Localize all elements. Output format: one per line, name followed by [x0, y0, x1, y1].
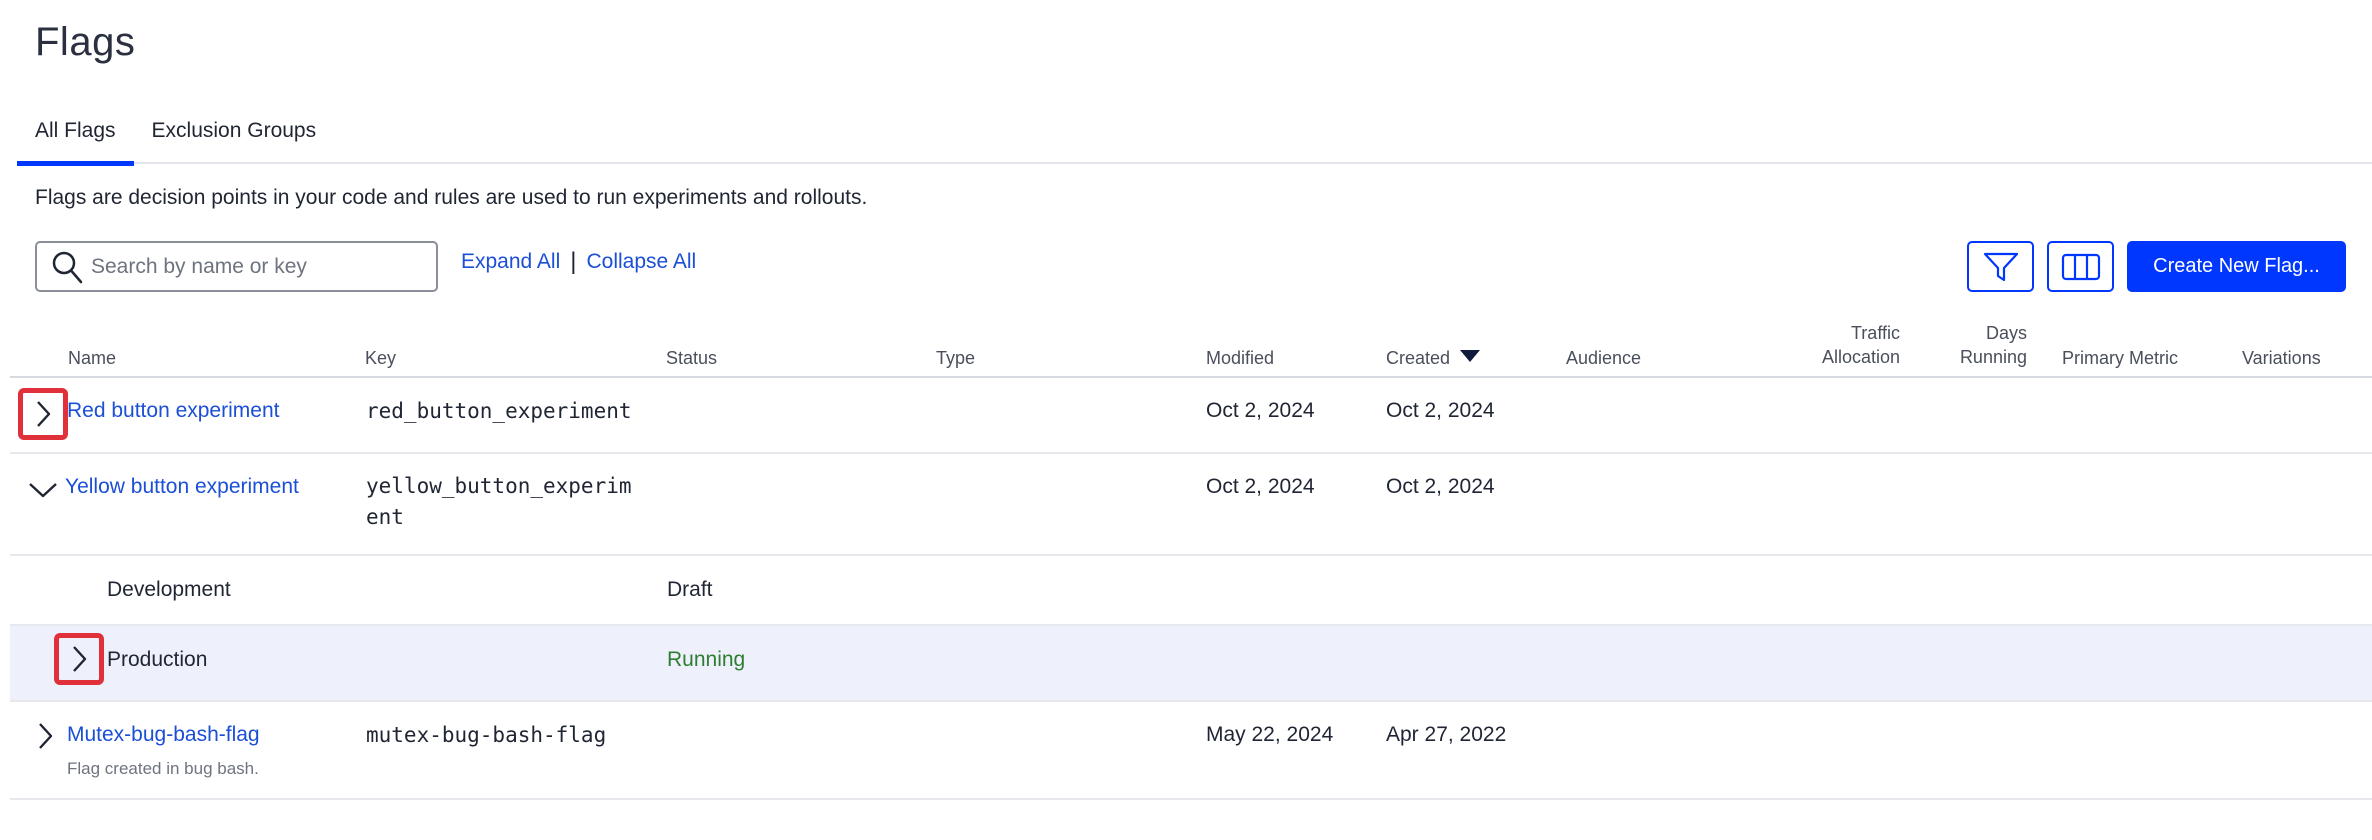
page-title: Flags — [35, 20, 136, 64]
flag-created: Apr 27, 2022 — [1386, 723, 1507, 746]
search-input[interactable] — [91, 254, 421, 279]
flag-name-link[interactable]: Yellow button experiment — [65, 471, 299, 502]
link-separator: | — [570, 248, 577, 275]
expand-row-button[interactable] — [18, 388, 68, 440]
column-header-audience[interactable]: Audience — [1566, 346, 1641, 370]
sort-descending-icon — [1460, 350, 1481, 362]
chevron-right-icon — [37, 401, 51, 427]
expand-row-button[interactable] — [28, 719, 62, 753]
column-header-status[interactable]: Status — [666, 346, 717, 370]
column-header-days-running[interactable]: Days Running — [1910, 321, 2027, 369]
flag-key: red_button_experiment — [366, 399, 632, 423]
environment-name: Development — [107, 578, 231, 601]
page-description: Flags are decision points in your code a… — [35, 186, 868, 209]
table-row-yellow-button-experiment[interactable]: Yellow button experiment yellow_button_e… — [10, 454, 2372, 556]
column-header-primary-metric[interactable]: Primary Metric — [2062, 346, 2178, 370]
traffic-label-line2: Allocation — [1821, 347, 1900, 367]
collapse-row-button[interactable] — [26, 472, 60, 506]
chevron-right-icon — [73, 646, 87, 672]
table-row-red-button-experiment[interactable]: Red button experiment red_button_experim… — [10, 378, 2372, 454]
days-label-line2: Running — [1959, 347, 2027, 367]
collapse-all-link[interactable]: Collapse All — [586, 250, 696, 274]
flag-created: Oct 2, 2024 — [1386, 475, 1495, 498]
traffic-label-line1: Traffic — [1850, 323, 1900, 343]
flag-key: yellow_button_experim ent — [366, 471, 632, 533]
environment-status: Running — [667, 648, 746, 671]
expand-all-link[interactable]: Expand All — [461, 250, 560, 274]
columns-icon — [2061, 253, 2100, 280]
column-header-traffic-allocation[interactable]: Traffic Allocation — [1780, 321, 1900, 369]
environment-row-development[interactable]: Development Draft — [10, 556, 2372, 626]
environment-row-production[interactable]: Production Running — [10, 626, 2372, 702]
column-header-type[interactable]: Type — [936, 346, 975, 370]
column-header-variations[interactable]: Variations — [2242, 346, 2321, 370]
column-header-modified[interactable]: Modified — [1206, 346, 1274, 370]
flag-description: Flag created in bug bash. — [67, 759, 259, 778]
chevron-right-icon — [39, 723, 53, 749]
tab-all-flags[interactable]: All Flags — [17, 108, 134, 166]
flag-name-link[interactable]: Mutex-bug-bash-flag — [67, 719, 260, 750]
flag-modified: Oct 2, 2024 — [1206, 399, 1315, 422]
flag-key: mutex-bug-bash-flag — [366, 723, 607, 747]
search-icon — [52, 251, 83, 283]
environment-status: Draft — [667, 578, 713, 601]
tab-bar: All Flags Exclusion Groups — [17, 108, 2372, 166]
environment-name: Production — [107, 648, 208, 671]
search-box[interactable] — [35, 241, 438, 292]
filter-icon — [1983, 252, 2018, 281]
column-header-name[interactable]: Name — [68, 346, 116, 370]
columns-button[interactable] — [2047, 241, 2114, 292]
table-row-mutex-bug-bash-flag[interactable]: Mutex-bug-bash-flag Flag created in bug … — [10, 702, 2372, 800]
flag-key-line2: ent — [366, 505, 404, 529]
flag-name-link[interactable]: Red button experiment — [67, 395, 279, 426]
tab-exclusion-groups[interactable]: Exclusion Groups — [134, 108, 335, 164]
column-header-created[interactable]: Created — [1386, 346, 1481, 370]
days-label-line1: Days — [1985, 323, 2027, 343]
flag-created: Oct 2, 2024 — [1386, 399, 1495, 422]
filter-button[interactable] — [1967, 241, 2034, 292]
flags-table: Name Key Status Type Modified Created Au… — [10, 316, 2372, 800]
table-header: Name Key Status Type Modified Created Au… — [10, 316, 2372, 378]
flag-modified: Oct 2, 2024 — [1206, 475, 1315, 498]
flag-key-line1: yellow_button_experim — [366, 474, 632, 498]
chevron-down-icon — [29, 483, 57, 498]
expand-environment-button[interactable] — [54, 633, 104, 685]
create-new-flag-button[interactable]: Create New Flag... — [2127, 241, 2346, 292]
column-header-key[interactable]: Key — [365, 346, 396, 370]
column-header-created-label: Created — [1386, 348, 1451, 368]
flag-modified: May 22, 2024 — [1206, 723, 1334, 746]
expand-collapse-links: Expand All | Collapse All — [461, 248, 696, 276]
